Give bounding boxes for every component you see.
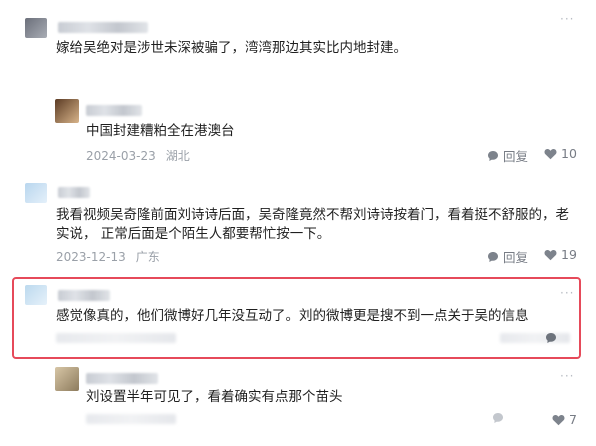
username-blurred[interactable] bbox=[58, 187, 90, 198]
comment-date: 2023-12-13 bbox=[56, 250, 126, 264]
reply-button[interactable]: 回复 bbox=[487, 146, 528, 165]
like-button[interactable]: 7 bbox=[552, 412, 577, 427]
comment-text: 中国封建糟粕全在港澳台 bbox=[86, 123, 235, 139]
like-count: 10 bbox=[561, 146, 577, 161]
comment-text: 感觉像真的，他们微博好几年没互动了。刘的微博更是搜不到一点关于吴的信息 bbox=[56, 308, 529, 324]
reply-button[interactable]: 回复 bbox=[487, 247, 528, 266]
username-blurred[interactable] bbox=[86, 373, 158, 384]
more-options-icon[interactable]: ··· bbox=[560, 286, 574, 300]
heart-icon bbox=[544, 148, 557, 159]
comment-bubble-icon bbox=[488, 150, 498, 161]
like-count: 19 bbox=[561, 247, 577, 262]
heart-icon bbox=[552, 414, 565, 425]
avatar[interactable] bbox=[25, 183, 47, 203]
comment-bubble-icon bbox=[488, 251, 498, 262]
comment-text-line-2: 实说， 正常后面是个陌生人都要帮忙按一下。 bbox=[56, 226, 331, 242]
reply-label: 回复 bbox=[503, 149, 529, 164]
avatar[interactable] bbox=[25, 285, 47, 305]
comment-meta: 2024-03-23 湖北 bbox=[86, 147, 190, 164]
like-button[interactable]: 10 bbox=[544, 146, 577, 161]
username-blurred[interactable] bbox=[86, 105, 142, 116]
comment-location: 广东 bbox=[135, 250, 160, 264]
heart-icon bbox=[544, 249, 557, 260]
comment-bubble-icon bbox=[493, 413, 503, 423]
like-count: 7 bbox=[569, 412, 577, 427]
username-blurred[interactable] bbox=[58, 22, 148, 33]
comment-date: 2024-03-23 bbox=[86, 149, 156, 163]
username-blurred[interactable] bbox=[58, 290, 110, 301]
reply-label: 回复 bbox=[503, 250, 529, 265]
comment-meta-blurred bbox=[56, 333, 176, 343]
comment-bubble-icon[interactable] bbox=[545, 332, 557, 344]
like-button[interactable]: 19 bbox=[544, 247, 577, 262]
more-options-icon[interactable]: ··· bbox=[560, 369, 574, 383]
comment-text-line-1: 我看视频吴奇隆前面刘诗诗后面，吴奇隆竟然不帮刘诗诗按着门，看着挺不舒服的，老 bbox=[56, 207, 569, 223]
comment-text: 刘设置半年可见了，看着确实有点那个苗头 bbox=[86, 389, 343, 405]
reply-button[interactable] bbox=[492, 412, 508, 424]
comment-meta: 2023-12-13 广东 bbox=[56, 248, 160, 265]
actions-blurred[interactable] bbox=[500, 333, 570, 343]
avatar[interactable] bbox=[55, 99, 79, 123]
comment-text: 嫁给吴绝对是涉世未深被骗了，湾湾那边其实比内地封建。 bbox=[56, 40, 407, 56]
comment-meta-blurred bbox=[86, 414, 176, 424]
avatar[interactable] bbox=[25, 18, 47, 38]
comment-location: 湖北 bbox=[165, 149, 190, 163]
more-options-icon[interactable]: ··· bbox=[560, 12, 574, 26]
avatar[interactable] bbox=[55, 367, 79, 391]
